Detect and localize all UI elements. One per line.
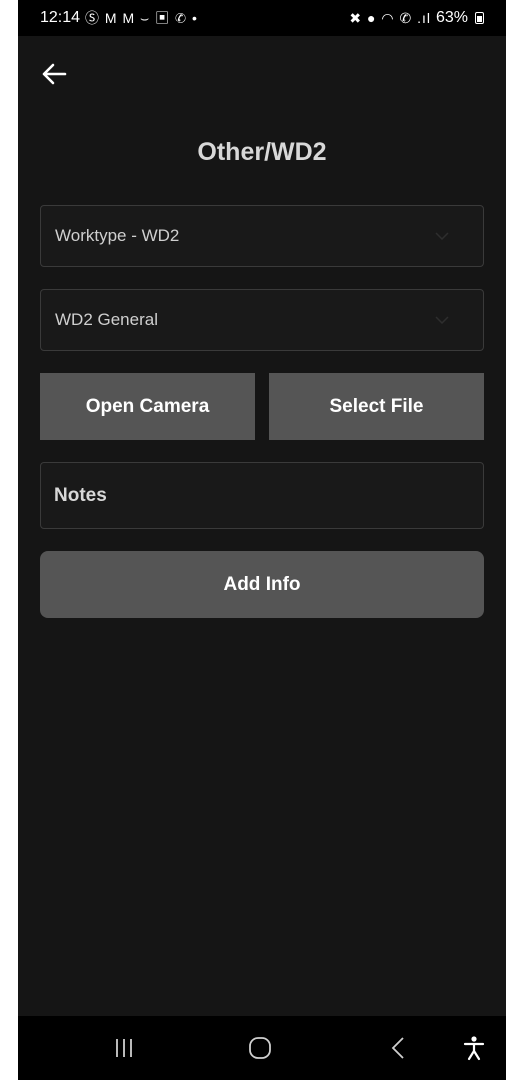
page-title: Other/WD2 [197,138,327,166]
recent-apps-icon [116,1039,132,1057]
recent-apps-button[interactable] [94,1016,154,1080]
worktype-select-value: Worktype - WD2 [55,226,180,245]
add-info-button[interactable]: Add Info [40,551,484,618]
accessibility-icon [463,1036,485,1061]
chevron-down-icon [435,232,449,240]
notes-input[interactable]: Notes [40,462,484,529]
system-nav-bar [18,1016,506,1080]
status-bar: 12:14 Ⓢ M M ⌣ ▣ ✆ • ✖ ● ◠ ✆ .ıl 63% [18,0,506,36]
nav-back-button[interactable] [368,1016,428,1080]
home-button[interactable] [230,1016,290,1080]
select-file-button[interactable]: Select File [269,373,484,440]
battery-icon [475,12,484,24]
back-button[interactable] [38,58,70,90]
open-camera-button[interactable]: Open Camera [40,373,255,440]
notes-placeholder: Notes [54,484,107,506]
app-screen: 12:14 Ⓢ M M ⌣ ▣ ✆ • ✖ ● ◠ ✆ .ıl 63% Othe… [18,0,506,1080]
accessibility-button[interactable] [444,1016,504,1080]
worktype-select[interactable]: Worktype - WD2 [40,205,484,267]
status-time: 12:14 [40,9,81,26]
back-icon [391,1037,404,1059]
system-status-icons: ✖ ● ◠ ✆ .ıl [349,9,431,26]
home-icon [249,1037,271,1059]
arrow-left-icon [42,63,67,85]
category-select-value: WD2 General [55,310,158,329]
notification-icons: Ⓢ M M ⌣ ▣ ✆ • [85,10,198,26]
category-select[interactable]: WD2 General [40,289,484,351]
battery-level: 63% [435,9,468,26]
chevron-down-icon [435,316,449,324]
